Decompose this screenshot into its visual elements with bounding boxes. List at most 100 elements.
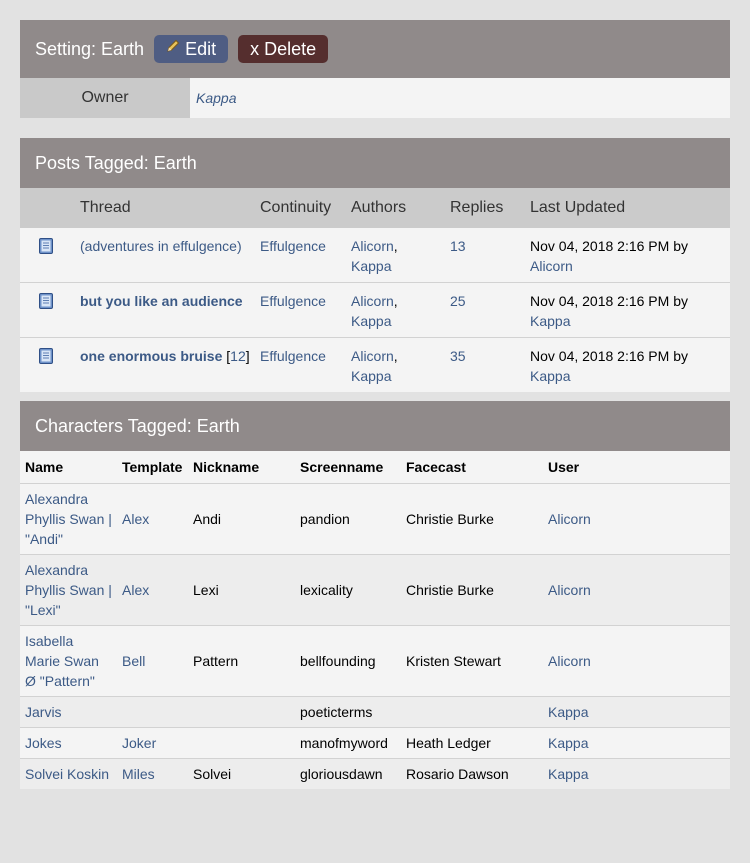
thread-link[interactable]: but you like an audience bbox=[80, 293, 243, 309]
continuity-link[interactable]: Effulgence bbox=[260, 293, 326, 309]
replies-link[interactable]: 25 bbox=[450, 293, 466, 309]
authors-cell: Alicorn, Kappa bbox=[346, 282, 445, 338]
char-name-cell: Alexandra Phyllis Swan | "Lexi" bbox=[20, 553, 117, 625]
chars-col-template: Template bbox=[117, 451, 188, 484]
thread-cell: one enormous bruise [12] bbox=[75, 337, 255, 392]
character-link[interactable]: Jokes bbox=[25, 735, 62, 751]
nickname-text: Pattern bbox=[193, 652, 239, 669]
char-name-cell: Jarvis bbox=[20, 695, 117, 727]
last-updated-text: Nov 04, 2018 2:16 PM by bbox=[530, 293, 688, 309]
author-link[interactable]: Alicorn bbox=[351, 348, 394, 364]
screenname-text: pandion bbox=[300, 510, 350, 527]
posts-col-continuity: Continuity bbox=[255, 188, 346, 228]
char-facecast-cell: Christie Burke bbox=[401, 482, 543, 554]
character-link[interactable]: Solvei Koskin bbox=[25, 766, 109, 782]
owner-link[interactable]: Kappa bbox=[196, 90, 236, 106]
char-template-cell: Alex bbox=[117, 553, 188, 625]
owner-label: Owner bbox=[20, 78, 190, 118]
posts-col-thread: Thread bbox=[75, 188, 255, 228]
char-name-cell: Alexandra Phyllis Swan | "Andi" bbox=[20, 482, 117, 554]
last-updated-cell: Nov 04, 2018 2:16 PM by Kappa bbox=[525, 337, 730, 392]
posts-col-replies: Replies bbox=[445, 188, 525, 228]
char-user-cell: Kappa bbox=[543, 726, 730, 758]
thread-cell: but you like an audience bbox=[75, 282, 255, 338]
template-link[interactable]: Alex bbox=[122, 582, 149, 598]
last-updated-user-link[interactable]: Alicorn bbox=[530, 258, 573, 274]
template-link[interactable]: Miles bbox=[122, 766, 155, 782]
document-icon bbox=[39, 293, 53, 309]
chars-col-user: User bbox=[543, 451, 730, 484]
last-updated-user-link[interactable]: Kappa bbox=[530, 313, 570, 329]
last-updated-user-link[interactable]: Kappa bbox=[530, 368, 570, 384]
posts-col-authors: Authors bbox=[346, 188, 445, 228]
char-user-cell: Kappa bbox=[543, 695, 730, 727]
user-link[interactable]: Alicorn bbox=[548, 653, 591, 669]
char-nickname-cell bbox=[188, 695, 295, 727]
template-link[interactable]: Joker bbox=[122, 735, 156, 751]
template-link[interactable]: Alex bbox=[122, 511, 149, 527]
replies-cell: 35 bbox=[445, 337, 525, 392]
user-link[interactable]: Alicorn bbox=[548, 511, 591, 527]
edit-button[interactable]: Edit bbox=[154, 35, 229, 63]
char-user-cell: Kappa bbox=[543, 757, 730, 789]
continuity-link[interactable]: Effulgence bbox=[260, 238, 326, 254]
chars-col-facecast: Facecast bbox=[401, 451, 543, 484]
thread-link[interactable]: one enormous bruise bbox=[80, 348, 222, 364]
template-link[interactable]: Bell bbox=[122, 653, 145, 669]
replies-link[interactable]: 13 bbox=[450, 238, 466, 254]
user-link[interactable]: Alicorn bbox=[548, 582, 591, 598]
char-user-cell: Alicorn bbox=[543, 482, 730, 554]
thread-link[interactable]: (adventures in effulgence) bbox=[80, 238, 242, 254]
char-template-cell: Alex bbox=[117, 482, 188, 554]
edit-label: Edit bbox=[185, 39, 217, 59]
user-link[interactable]: Kappa bbox=[548, 704, 588, 720]
author-link[interactable]: Alicorn bbox=[351, 238, 394, 254]
char-user-cell: Alicorn bbox=[543, 553, 730, 625]
facecast-text: Christie Burke bbox=[406, 510, 494, 527]
post-row: but you like an audience Effulgence Alicor… bbox=[20, 282, 730, 338]
chars-col-nickname: Nickname bbox=[188, 451, 295, 484]
screenname-text: poeticterms bbox=[300, 703, 373, 720]
delete-button[interactable]: x Delete bbox=[238, 35, 329, 63]
char-user-cell: Alicorn bbox=[543, 624, 730, 696]
page-link-2[interactable]: 2 bbox=[238, 348, 246, 364]
character-link[interactable]: Alexandra Phyllis Swan | "Andi" bbox=[25, 491, 112, 547]
character-row: Isabella Marie Swan Ø "Pattern" Bell Patte… bbox=[20, 624, 730, 696]
author-link[interactable]: Kappa bbox=[351, 258, 391, 274]
author-link[interactable]: Kappa bbox=[351, 313, 391, 329]
last-updated-text: Nov 04, 2018 2:16 PM by bbox=[530, 238, 688, 254]
replies-link[interactable]: 35 bbox=[450, 348, 466, 364]
char-facecast-cell: Heath Ledger bbox=[401, 726, 543, 758]
character-link[interactable]: Alexandra Phyllis Swan | "Lexi" bbox=[25, 562, 112, 618]
user-link[interactable]: Kappa bbox=[548, 766, 588, 782]
char-template-cell: Miles bbox=[117, 757, 188, 789]
post-row: one enormous bruise [12] Effulgence Alicor… bbox=[20, 337, 730, 392]
page-link-1[interactable]: 1 bbox=[230, 348, 238, 364]
author-link[interactable]: Alicorn bbox=[351, 293, 394, 309]
last-updated-text: Nov 04, 2018 2:16 PM by bbox=[530, 348, 688, 364]
character-link[interactable]: Isabella Marie Swan Ø "Pattern" bbox=[25, 633, 99, 689]
continuity-link[interactable]: Effulgence bbox=[260, 348, 326, 364]
continuity-cell: Effulgence bbox=[255, 228, 346, 283]
screenname-text: bellfounding bbox=[300, 652, 376, 669]
nickname-text: Solvei bbox=[193, 765, 232, 782]
char-name-cell: Solvei Koskin bbox=[20, 757, 117, 789]
last-updated-cell: Nov 04, 2018 2:16 PM by Kappa bbox=[525, 282, 730, 338]
char-screenname-cell: pandion bbox=[295, 482, 401, 554]
character-link[interactable]: Jarvis bbox=[25, 704, 62, 720]
setting-title: Setting: Earth bbox=[35, 38, 145, 59]
owner-row: Owner Kappa bbox=[20, 78, 730, 118]
char-facecast-cell: Christie Burke bbox=[401, 553, 543, 625]
author-link[interactable]: Kappa bbox=[351, 368, 391, 384]
user-link[interactable]: Kappa bbox=[548, 735, 588, 751]
setting-panel: Setting: Earth Edit x Delete Owner Kappa bbox=[20, 20, 730, 118]
chars-col-screenname: Screenname bbox=[295, 451, 401, 484]
char-template-cell bbox=[117, 695, 188, 727]
thread-icon-cell bbox=[20, 282, 75, 338]
character-row: Jarvis poeticterms Kappa bbox=[20, 695, 730, 727]
continuity-cell: Effulgence bbox=[255, 282, 346, 338]
thread-cell: (adventures in effulgence) bbox=[75, 228, 255, 283]
authors-cell: Alicorn, Kappa bbox=[346, 337, 445, 392]
character-row: Solvei Koskin Miles Solvei gloriousdawn Rosa… bbox=[20, 757, 730, 789]
posts-col-updated: Last Updated bbox=[525, 188, 730, 228]
